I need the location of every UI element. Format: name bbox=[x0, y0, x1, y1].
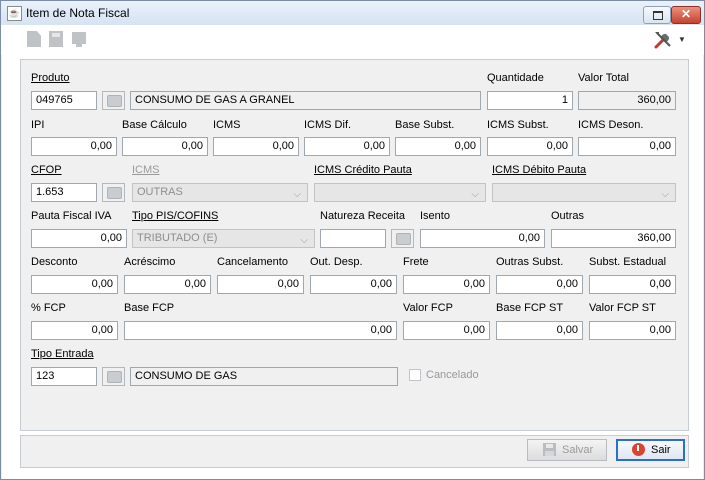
isento-field[interactable]: 0,00 bbox=[420, 229, 545, 248]
subst-estadual-label: Subst. Estadual bbox=[589, 256, 667, 268]
fcp-field[interactable]: 0,00 bbox=[31, 321, 118, 340]
java-icon: ☕ bbox=[7, 6, 22, 21]
frete-label: Frete bbox=[403, 256, 429, 268]
desconto-label: Desconto bbox=[31, 256, 78, 268]
icms-deson-label: ICMS Deson. bbox=[578, 119, 644, 131]
base-subst-label: Base Subst. bbox=[395, 119, 455, 131]
valor-fcp-st-field[interactable]: 0,00 bbox=[589, 321, 676, 340]
out-desp-label: Out. Desp. bbox=[310, 256, 363, 268]
valor-total-field: 360,00 bbox=[578, 91, 676, 110]
base-fcp-st-label: Base FCP ST bbox=[496, 302, 564, 314]
outras-subst-field[interactable]: 0,00 bbox=[496, 275, 583, 294]
icms-credito-pauta-select[interactable]: ⌵ bbox=[314, 183, 486, 202]
cfop-field[interactable]: 1.653 bbox=[31, 183, 97, 202]
chevron-down-icon: ⌵ bbox=[471, 189, 479, 200]
produto-description-field: CONSUMO DE GAS A GRANEL bbox=[130, 91, 481, 110]
icms-label: ICMS bbox=[213, 119, 241, 131]
base-calculo-label: Base Cálculo bbox=[122, 119, 187, 131]
cfop-lookup-button[interactable] bbox=[102, 183, 125, 202]
power-icon bbox=[632, 443, 645, 456]
natureza-receita-field[interactable] bbox=[320, 229, 386, 248]
frete-field[interactable]: 0,00 bbox=[403, 275, 490, 294]
cancelado-label: Cancelado bbox=[426, 369, 479, 381]
ipi-label: IPI bbox=[31, 119, 45, 131]
icms-subst-field[interactable]: 0,00 bbox=[487, 137, 573, 156]
sair-button[interactable]: Sair bbox=[616, 439, 685, 461]
natureza-receita-lookup-button[interactable] bbox=[391, 229, 414, 248]
produto-lookup-button[interactable] bbox=[102, 91, 125, 110]
pauta-fiscal-iva-label: Pauta Fiscal IVA bbox=[31, 210, 112, 222]
icms-credito-pauta-label: ICMS Crédito Pauta bbox=[314, 164, 412, 176]
isento-label: Isento bbox=[420, 210, 450, 222]
close-button[interactable]: ✕ bbox=[671, 6, 701, 24]
desconto-field[interactable]: 0,00 bbox=[31, 275, 118, 294]
icms-debito-pauta-label: ICMS Débito Pauta bbox=[492, 164, 587, 176]
chevron-down-icon: ⌵ bbox=[661, 189, 669, 200]
fcp-label: % FCP bbox=[31, 302, 66, 314]
window-title: Item de Nota Fiscal bbox=[26, 6, 130, 20]
tipo-entrada-lookup-button[interactable] bbox=[102, 367, 125, 386]
valor-fcp-st-label: Valor FCP ST bbox=[589, 302, 656, 314]
ipi-field[interactable]: 0,00 bbox=[31, 137, 117, 156]
icms-select-value: OUTRAS bbox=[137, 186, 183, 198]
valor-fcp-field[interactable]: 0,00 bbox=[403, 321, 490, 340]
toolbar: ▼ bbox=[1, 25, 704, 55]
outras-label: Outras bbox=[551, 210, 585, 222]
base-fcp-st-field[interactable]: 0,00 bbox=[496, 321, 583, 340]
base-subst-field[interactable]: 0,00 bbox=[395, 137, 481, 156]
cancelamento-field[interactable]: 0,00 bbox=[217, 275, 304, 294]
base-fcp-label: Base FCP bbox=[124, 302, 175, 314]
new-document-icon[interactable] bbox=[27, 31, 41, 47]
chevron-down-icon: ⌵ bbox=[293, 189, 301, 200]
tipo-pis-cofins-select[interactable]: TRIBUTADO (E) ⌵ bbox=[132, 229, 315, 248]
cancelamento-label: Cancelamento bbox=[217, 256, 288, 268]
produto-label: Produto bbox=[31, 72, 70, 84]
salvar-button[interactable]: Salvar bbox=[527, 439, 607, 461]
base-calculo-field[interactable]: 0,00 bbox=[122, 137, 208, 156]
outras-field[interactable]: 360,00 bbox=[551, 229, 676, 248]
valor-total-label: Valor Total bbox=[578, 72, 629, 84]
tools-icon[interactable] bbox=[653, 30, 673, 50]
valor-fcp-label: Valor FCP bbox=[403, 302, 453, 314]
restore-button[interactable] bbox=[643, 6, 671, 24]
acrescimo-field[interactable]: 0,00 bbox=[124, 275, 211, 294]
salvar-label: Salvar bbox=[562, 444, 594, 456]
cfop-label: CFOP bbox=[31, 164, 62, 176]
icms-subst-label: ICMS Subst. bbox=[487, 119, 549, 131]
restore-icon bbox=[653, 11, 663, 20]
icms-deson-field[interactable]: 0,00 bbox=[578, 137, 676, 156]
pauta-fiscal-iva-field[interactable]: 0,00 bbox=[31, 229, 127, 248]
produto-code-field[interactable]: 049765 bbox=[31, 91, 97, 110]
acrescimo-label: Acréscimo bbox=[124, 256, 176, 268]
icms-dif-label: ICMS Dif. bbox=[304, 119, 352, 131]
chevron-down-icon[interactable]: ▼ bbox=[678, 35, 686, 44]
tipo-entrada-label: Tipo Entrada bbox=[31, 348, 94, 360]
save-disk-icon[interactable] bbox=[49, 31, 63, 47]
monitor-icon[interactable] bbox=[72, 32, 86, 47]
icms-field[interactable]: 0,00 bbox=[213, 137, 299, 156]
base-fcp-field[interactable]: 0,00 bbox=[124, 321, 397, 340]
tipo-pis-cofins-label: Tipo PIS/COFINS bbox=[132, 210, 219, 222]
icms-select[interactable]: OUTRAS ⌵ bbox=[132, 183, 308, 202]
chevron-down-icon: ⌵ bbox=[300, 235, 308, 246]
icms-debito-pauta-select[interactable]: ⌵ bbox=[492, 183, 676, 202]
window: ☕ Item de Nota Fiscal ✕ ▼ Produto 049765… bbox=[0, 0, 705, 480]
tipo-entrada-code-field[interactable]: 123 bbox=[31, 367, 97, 386]
tipo-pis-cofins-value: TRIBUTADO (E) bbox=[137, 232, 218, 244]
tipo-entrada-description-field: CONSUMO DE GAS bbox=[130, 367, 398, 386]
sair-label: Sair bbox=[651, 444, 671, 456]
quantidade-label: Quantidade bbox=[487, 72, 544, 84]
outras-subst-label: Outras Subst. bbox=[496, 256, 564, 268]
natureza-receita-label: Natureza Receita bbox=[320, 210, 405, 222]
icms-dif-field[interactable]: 0,00 bbox=[304, 137, 390, 156]
save-disk-icon bbox=[543, 443, 556, 456]
subst-estadual-field[interactable]: 0,00 bbox=[589, 275, 676, 294]
title-bar[interactable]: ☕ Item de Nota Fiscal ✕ bbox=[1, 1, 704, 25]
icms-combo-label: ICMS bbox=[132, 164, 160, 176]
cancelado-checkbox[interactable] bbox=[409, 369, 421, 381]
quantidade-field[interactable]: 1 bbox=[487, 91, 573, 110]
out-desp-field[interactable]: 0,00 bbox=[310, 275, 397, 294]
